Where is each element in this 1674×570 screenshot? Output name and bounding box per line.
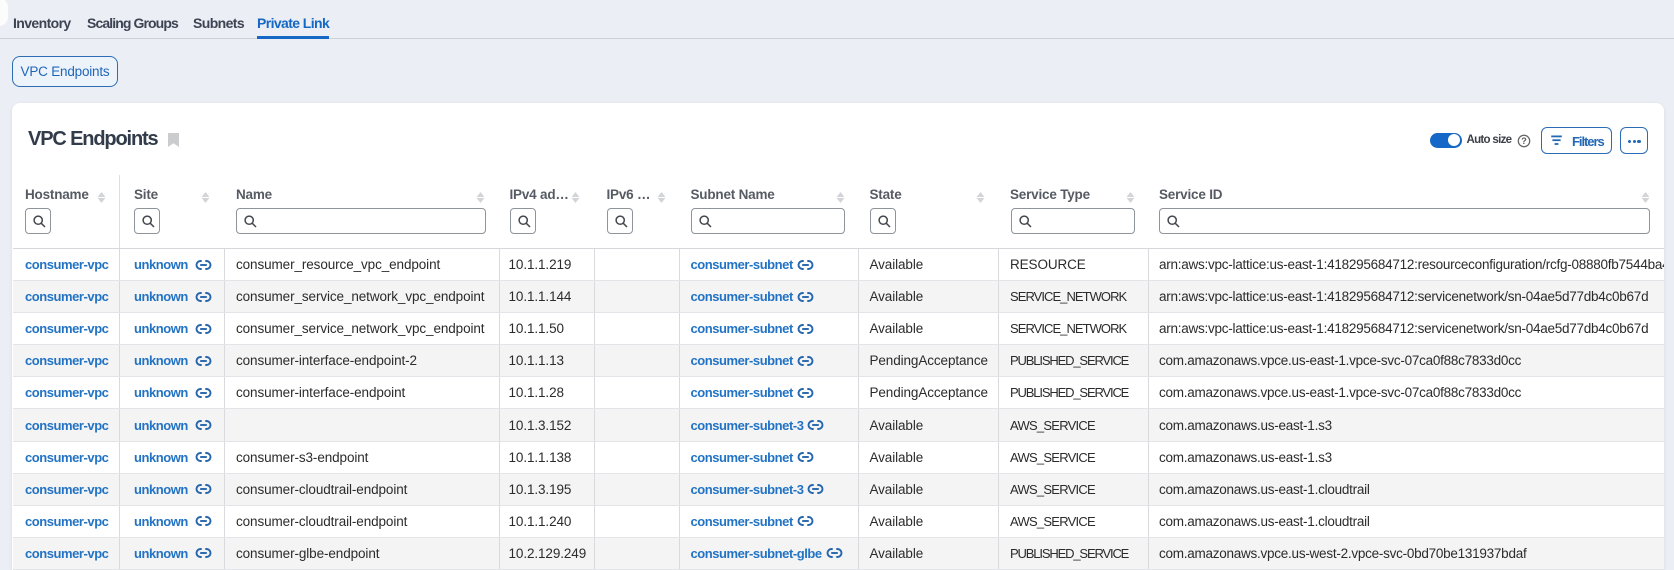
svg-text:?: ? — [1521, 136, 1527, 146]
